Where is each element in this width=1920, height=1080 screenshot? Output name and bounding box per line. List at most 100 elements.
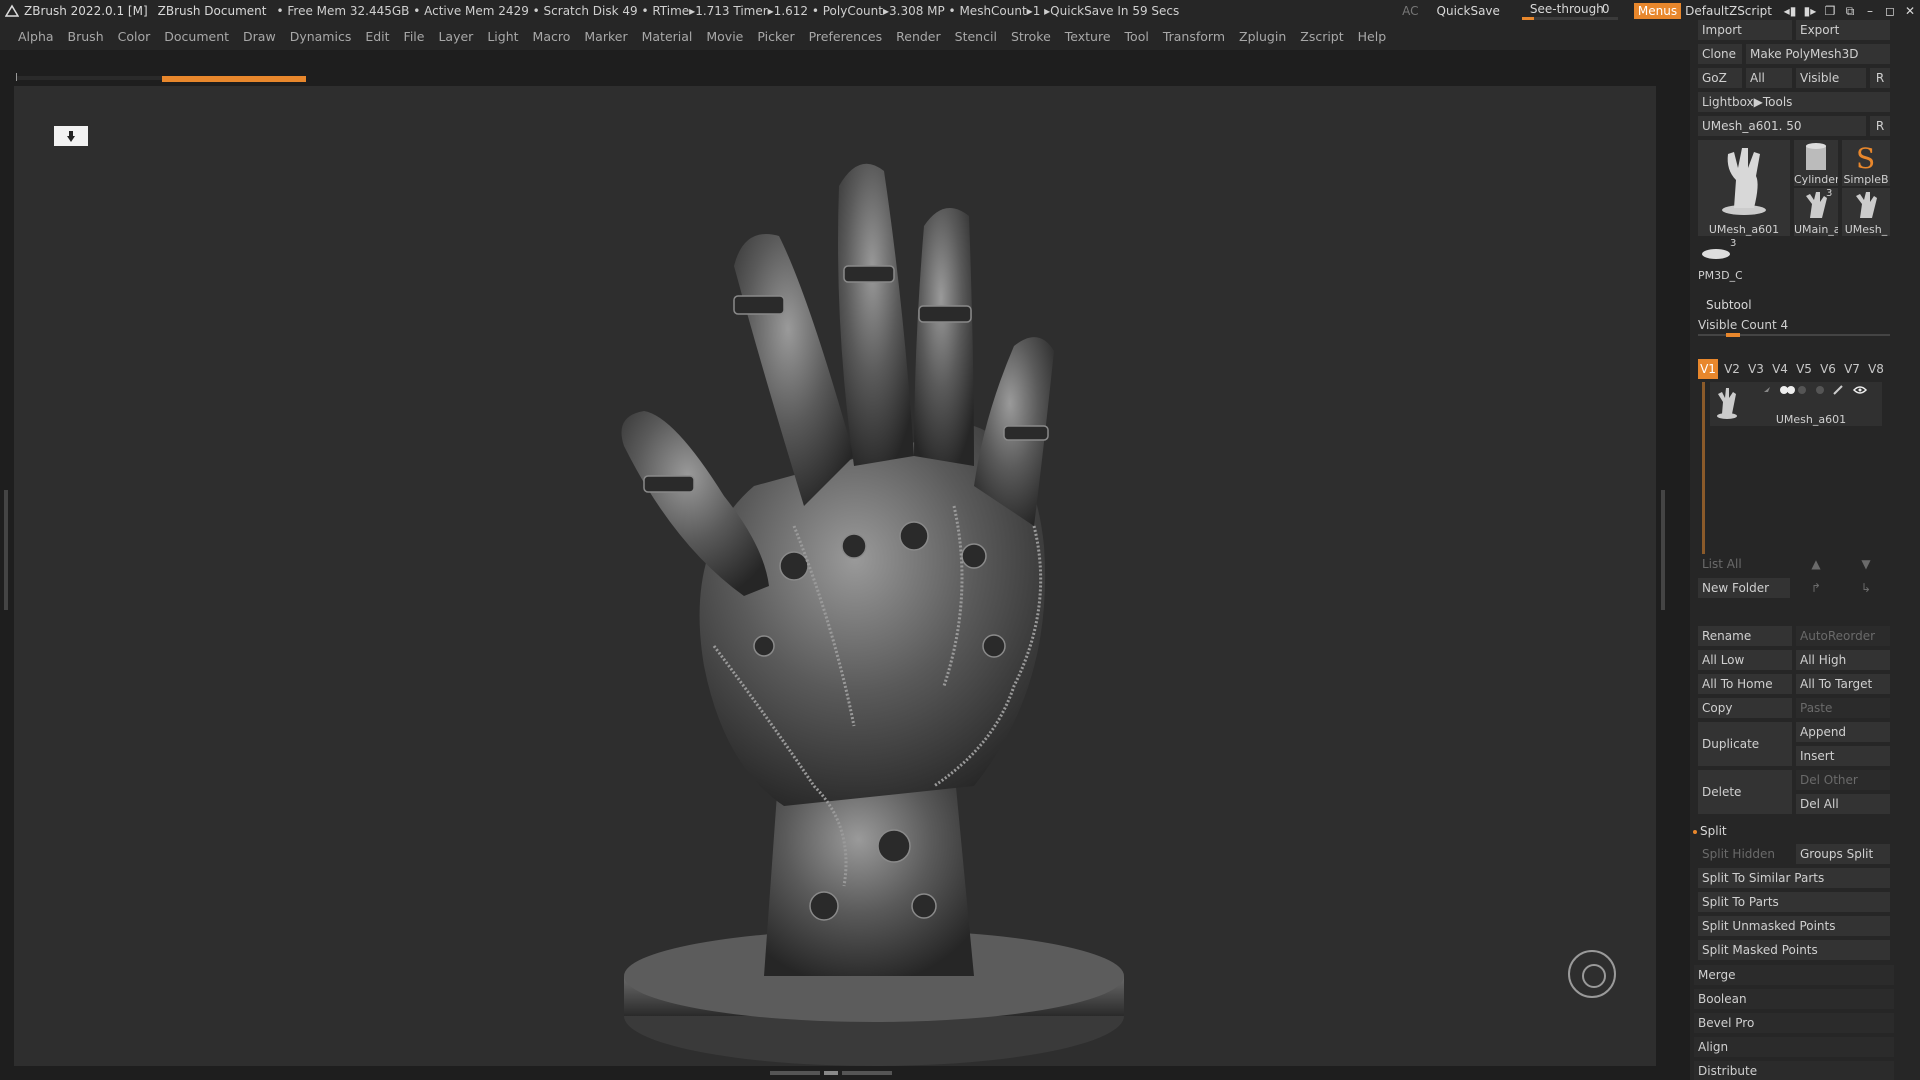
menu-layer[interactable]: Layer [438, 29, 473, 44]
split-section-title[interactable]: Split [1700, 824, 1727, 838]
menu-light[interactable]: Light [487, 29, 518, 44]
goz-all-button[interactable]: All [1746, 68, 1792, 88]
right-tray-handle[interactable] [1661, 490, 1665, 610]
delete-button[interactable]: Delete [1698, 770, 1792, 814]
tab-v8[interactable]: V8 [1866, 359, 1886, 379]
menu-file[interactable]: File [404, 29, 425, 44]
window-tile-icon[interactable]: ⧉ [1840, 4, 1860, 19]
tab-v5[interactable]: V5 [1794, 359, 1814, 379]
menu-document[interactable]: Document [164, 29, 229, 44]
menu-picker[interactable]: Picker [757, 29, 794, 44]
paste-button[interactable]: Paste [1796, 698, 1890, 718]
tool-thumb-umain[interactable]: UMain_a 3 [1794, 188, 1838, 236]
subtool-scrollbar[interactable] [1702, 382, 1705, 568]
autoreorder-button[interactable]: AutoReorder [1796, 626, 1890, 646]
rename-button[interactable]: Rename [1698, 626, 1792, 646]
menu-color[interactable]: Color [118, 29, 151, 44]
goz-r-button[interactable]: R [1870, 68, 1890, 88]
menu-stroke[interactable]: Stroke [1011, 29, 1051, 44]
menu-alpha[interactable]: Alpha [18, 29, 54, 44]
distribute-section[interactable]: Distribute [1694, 1061, 1894, 1080]
tool-thumb-cylinder[interactable]: Cylinder [1794, 140, 1838, 186]
del-all-button[interactable]: Del All [1796, 794, 1890, 814]
split-hidden-button[interactable]: Split Hidden [1698, 844, 1792, 864]
tab-v1[interactable]: V1 [1698, 359, 1718, 379]
visible-count-slider[interactable]: Visible Count 4 [1698, 318, 1788, 332]
menu-edit[interactable]: Edit [365, 29, 389, 44]
move-down-icon[interactable]: ▼ [1842, 554, 1890, 574]
maximize-icon[interactable]: ◻ [1880, 4, 1900, 18]
menu-marker[interactable]: Marker [584, 29, 627, 44]
menu-texture[interactable]: Texture [1065, 29, 1111, 44]
boolean-section[interactable]: Boolean [1694, 989, 1894, 1009]
del-other-button[interactable]: Del Other [1796, 770, 1890, 790]
menu-brush[interactable]: Brush [68, 29, 104, 44]
see-through-slider[interactable]: See-through 0 [1518, 1, 1622, 21]
all-high-button[interactable]: All High [1796, 650, 1890, 670]
left-tray-handle[interactable] [4, 490, 8, 610]
groups-split-button[interactable]: Groups Split [1796, 844, 1890, 864]
tool-thumb-umesh-a601[interactable]: UMesh_a601 [1698, 140, 1790, 236]
window-cascade-icon[interactable]: ❐ [1820, 4, 1840, 18]
canvas-viewport[interactable] [14, 86, 1656, 1066]
menu-stencil[interactable]: Stencil [955, 29, 997, 44]
menus-toggle-button[interactable]: Menus [1633, 3, 1682, 19]
menu-preferences[interactable]: Preferences [809, 29, 883, 44]
floor-grid-icon[interactable] [54, 126, 88, 146]
menu-zplugin[interactable]: Zplugin [1239, 29, 1286, 44]
bevel-pro-section[interactable]: Bevel Pro [1694, 1013, 1894, 1033]
move-into-folder-icon[interactable]: ↱ [1794, 578, 1838, 598]
subtool-title[interactable]: Subtool [1706, 298, 1752, 312]
all-low-button[interactable]: All Low [1698, 650, 1792, 670]
default-zscript-button[interactable]: DefaultZScript [1685, 4, 1772, 18]
current-tool-r-button[interactable]: R [1870, 116, 1890, 136]
menu-draw[interactable]: Draw [243, 29, 276, 44]
import-button[interactable]: Import [1698, 20, 1792, 40]
make-polymesh3d-button[interactable]: Make PolyMesh3D [1746, 44, 1890, 64]
move-out-folder-icon[interactable]: ↳ [1842, 578, 1890, 598]
subtool-item-toggles-icon[interactable] [1762, 384, 1880, 396]
all-to-home-button[interactable]: All To Home [1698, 674, 1792, 694]
menu-zscript[interactable]: Zscript [1300, 29, 1343, 44]
menu-tool[interactable]: Tool [1125, 29, 1149, 44]
export-button[interactable]: Export [1796, 20, 1890, 40]
minimize-icon[interactable]: – [1860, 4, 1880, 18]
bottom-tray-handle[interactable] [770, 1070, 900, 1076]
split-similar-parts-button[interactable]: Split To Similar Parts [1698, 868, 1890, 888]
merge-section[interactable]: Merge [1694, 965, 1894, 985]
all-to-target-button[interactable]: All To Target [1796, 674, 1890, 694]
menu-transform[interactable]: Transform [1163, 29, 1225, 44]
tool-thumb-umesh[interactable]: UMesh_ [1842, 188, 1890, 236]
tool-thumb-pm3d[interactable]: PM3D_C 3 [1698, 238, 1742, 282]
menu-macro[interactable]: Macro [533, 29, 571, 44]
split-to-parts-button[interactable]: Split To Parts [1698, 892, 1890, 912]
menu-movie[interactable]: Movie [706, 29, 743, 44]
tab-v7[interactable]: V7 [1842, 359, 1862, 379]
layout-right-icon[interactable]: ▮▸ [1800, 4, 1820, 18]
menu-render[interactable]: Render [896, 29, 941, 44]
append-button[interactable]: Append [1796, 722, 1890, 742]
split-masked-button[interactable]: Split Masked Points [1698, 940, 1890, 960]
ac-button[interactable]: AC [1402, 4, 1418, 18]
clone-button[interactable]: Clone [1698, 44, 1742, 64]
duplicate-button[interactable]: Duplicate [1698, 722, 1792, 766]
subtool-item-umesh-a601[interactable]: UMesh_a601 [1710, 382, 1882, 426]
list-all-button[interactable]: List All [1698, 554, 1790, 574]
menu-dynamics[interactable]: Dynamics [290, 29, 352, 44]
goz-button[interactable]: GoZ [1698, 68, 1742, 88]
layout-left-icon[interactable]: ◂▮ [1780, 4, 1800, 18]
copy-button[interactable]: Copy [1698, 698, 1792, 718]
goz-visible-button[interactable]: Visible [1796, 68, 1866, 88]
current-tool-slider[interactable]: UMesh_a601. 50 [1698, 116, 1866, 136]
tab-v3[interactable]: V3 [1746, 359, 1766, 379]
close-icon[interactable]: ✕ [1900, 4, 1920, 18]
lightbox-tools-button[interactable]: Lightbox▶Tools [1698, 92, 1890, 112]
rotation-gizmo-icon[interactable] [1568, 950, 1616, 998]
new-folder-button[interactable]: New Folder [1698, 578, 1790, 598]
tab-v4[interactable]: V4 [1770, 359, 1790, 379]
tool-thumb-simpleb[interactable]: S SimpleB [1842, 140, 1890, 186]
menu-help[interactable]: Help [1358, 29, 1387, 44]
tab-v2[interactable]: V2 [1722, 359, 1742, 379]
insert-button[interactable]: Insert [1796, 746, 1890, 766]
menu-material[interactable]: Material [642, 29, 693, 44]
